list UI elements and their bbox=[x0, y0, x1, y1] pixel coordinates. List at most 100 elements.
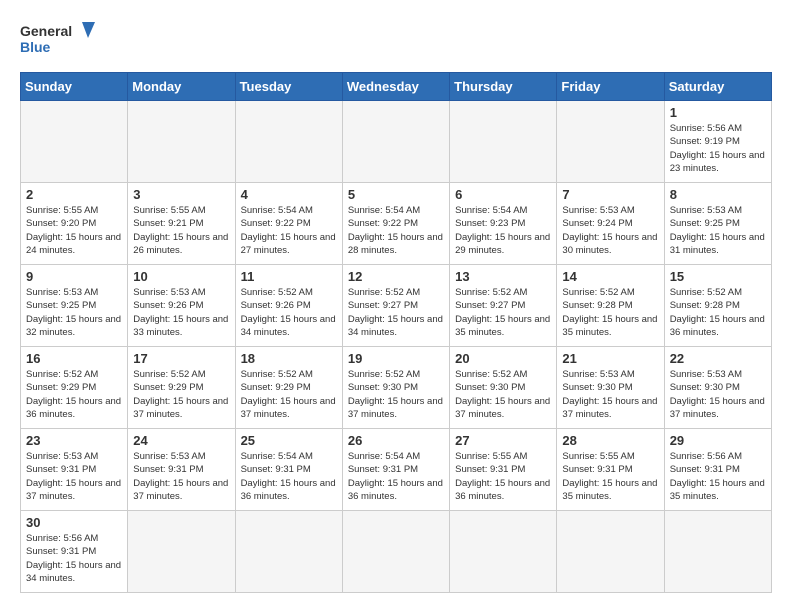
day-number: 26 bbox=[348, 433, 444, 448]
day-info: Sunrise: 5:52 AM Sunset: 9:29 PM Dayligh… bbox=[241, 368, 337, 421]
calendar-cell: 13Sunrise: 5:52 AM Sunset: 9:27 PM Dayli… bbox=[450, 265, 557, 347]
day-info: Sunrise: 5:53 AM Sunset: 9:26 PM Dayligh… bbox=[133, 286, 229, 339]
day-info: Sunrise: 5:53 AM Sunset: 9:30 PM Dayligh… bbox=[562, 368, 658, 421]
day-number: 25 bbox=[241, 433, 337, 448]
calendar-cell: 11 Sunrise: 5:52 AM Sunset: 9:26 PM Dayli… bbox=[235, 265, 342, 347]
day-number: 12 bbox=[348, 269, 444, 284]
week-row-3: 16 Sunrise: 5:52 AM Sunset: 9:29 PM Dayli… bbox=[21, 347, 772, 429]
day-number: 18 bbox=[241, 351, 337, 366]
day-number: 23 bbox=[26, 433, 122, 448]
calendar-header-thursday: Thursday bbox=[450, 73, 557, 101]
day-info: Sunrise: 5:52 AM Sunset: 9:30 PM Dayligh… bbox=[455, 368, 551, 421]
day-info: Sunrise: 5:55 AM Sunset: 9:20 PM Dayligh… bbox=[26, 204, 122, 257]
calendar-cell: 27Sunrise: 5:55 AM Sunset: 9:31 PM Dayli… bbox=[450, 429, 557, 511]
calendar-cell: 3 Sunrise: 5:55 AM Sunset: 9:21 PM Daylig… bbox=[128, 183, 235, 265]
calendar-cell: 8 Sunrise: 5:53 AM Sunset: 9:25 PM Daylig… bbox=[664, 183, 771, 265]
calendar-cell: 7 Sunrise: 5:53 AM Sunset: 9:24 PM Daylig… bbox=[557, 183, 664, 265]
day-info: Sunrise: 5:53 AM Sunset: 9:30 PM Dayligh… bbox=[670, 368, 766, 421]
day-info: Sunrise: 5:53 AM Sunset: 9:25 PM Dayligh… bbox=[670, 204, 766, 257]
calendar-cell: 14 Sunrise: 5:52 AM Sunset: 9:28 PM Dayli… bbox=[557, 265, 664, 347]
calendar-cell bbox=[235, 101, 342, 183]
day-info: Sunrise: 5:53 AM Sunset: 9:31 PM Dayligh… bbox=[133, 450, 229, 503]
page-header: General Blue bbox=[20, 20, 772, 62]
calendar-cell: 10 Sunrise: 5:53 AM Sunset: 9:26 PM Dayli… bbox=[128, 265, 235, 347]
calendar-cell: 1 Sunrise: 5:56 AM Sunset: 9:19 PM Daylig… bbox=[664, 101, 771, 183]
day-number: 5 bbox=[348, 187, 444, 202]
calendar-cell: 17 Sunrise: 5:52 AM Sunset: 9:29 PM Dayli… bbox=[128, 347, 235, 429]
day-number: 27 bbox=[455, 433, 551, 448]
day-info: Sunrise: 5:52 AM Sunset: 9:28 PM Dayligh… bbox=[670, 286, 766, 339]
day-info: Sunrise: 5:52 AM Sunset: 9:28 PM Dayligh… bbox=[562, 286, 658, 339]
day-info: Sunrise: 5:56 AM Sunset: 9:31 PM Dayligh… bbox=[670, 450, 766, 503]
day-number: 3 bbox=[133, 187, 229, 202]
day-number: 20 bbox=[455, 351, 551, 366]
day-info: Sunrise: 5:53 AM Sunset: 9:24 PM Dayligh… bbox=[562, 204, 658, 257]
day-number: 10 bbox=[133, 269, 229, 284]
day-number: 11 bbox=[241, 269, 337, 284]
calendar-cell: 19Sunrise: 5:52 AM Sunset: 9:30 PM Dayli… bbox=[342, 347, 449, 429]
day-number: 2 bbox=[26, 187, 122, 202]
calendar-table: SundayMondayTuesdayWednesdayThursdayFrid… bbox=[20, 72, 772, 593]
calendar-cell: 9 Sunrise: 5:53 AM Sunset: 9:25 PM Daylig… bbox=[21, 265, 128, 347]
calendar-cell bbox=[342, 101, 449, 183]
calendar-cell bbox=[557, 101, 664, 183]
day-info: Sunrise: 5:54 AM Sunset: 9:31 PM Dayligh… bbox=[348, 450, 444, 503]
calendar-cell: 4Sunrise: 5:54 AM Sunset: 9:22 PM Daylig… bbox=[235, 183, 342, 265]
day-number: 7 bbox=[562, 187, 658, 202]
calendar-cell: 12Sunrise: 5:52 AM Sunset: 9:27 PM Dayli… bbox=[342, 265, 449, 347]
calendar-header-sunday: Sunday bbox=[21, 73, 128, 101]
day-info: Sunrise: 5:54 AM Sunset: 9:22 PM Dayligh… bbox=[241, 204, 337, 257]
day-info: Sunrise: 5:52 AM Sunset: 9:29 PM Dayligh… bbox=[133, 368, 229, 421]
day-number: 1 bbox=[670, 105, 766, 120]
week-row-5: 30 Sunrise: 5:56 AM Sunset: 9:31 PM Dayli… bbox=[21, 511, 772, 593]
calendar-cell: 6Sunrise: 5:54 AM Sunset: 9:23 PM Daylig… bbox=[450, 183, 557, 265]
day-number: 24 bbox=[133, 433, 229, 448]
day-number: 9 bbox=[26, 269, 122, 284]
day-number: 16 bbox=[26, 351, 122, 366]
calendar-header-friday: Friday bbox=[557, 73, 664, 101]
calendar-cell: 18 Sunrise: 5:52 AM Sunset: 9:29 PM Dayli… bbox=[235, 347, 342, 429]
calendar-cell: 26 Sunrise: 5:54 AM Sunset: 9:31 PM Dayli… bbox=[342, 429, 449, 511]
logo-svg: General Blue bbox=[20, 20, 100, 62]
calendar-header-monday: Monday bbox=[128, 73, 235, 101]
calendar-cell bbox=[450, 511, 557, 593]
calendar-header-tuesday: Tuesday bbox=[235, 73, 342, 101]
calendar-cell bbox=[664, 511, 771, 593]
day-info: Sunrise: 5:54 AM Sunset: 9:22 PM Dayligh… bbox=[348, 204, 444, 257]
svg-text:Blue: Blue bbox=[20, 39, 51, 55]
calendar-cell: 24 Sunrise: 5:53 AM Sunset: 9:31 PM Dayli… bbox=[128, 429, 235, 511]
day-info: Sunrise: 5:54 AM Sunset: 9:23 PM Dayligh… bbox=[455, 204, 551, 257]
calendar-cell: 22 Sunrise: 5:53 AM Sunset: 9:30 PM Dayli… bbox=[664, 347, 771, 429]
day-info: Sunrise: 5:56 AM Sunset: 9:31 PM Dayligh… bbox=[26, 532, 122, 585]
week-row-2: 9 Sunrise: 5:53 AM Sunset: 9:25 PM Daylig… bbox=[21, 265, 772, 347]
day-info: Sunrise: 5:52 AM Sunset: 9:30 PM Dayligh… bbox=[348, 368, 444, 421]
day-info: Sunrise: 5:55 AM Sunset: 9:31 PM Dayligh… bbox=[562, 450, 658, 503]
day-number: 8 bbox=[670, 187, 766, 202]
day-number: 15 bbox=[670, 269, 766, 284]
day-number: 30 bbox=[26, 515, 122, 530]
week-row-0: 1 Sunrise: 5:56 AM Sunset: 9:19 PM Daylig… bbox=[21, 101, 772, 183]
day-number: 22 bbox=[670, 351, 766, 366]
calendar-cell bbox=[557, 511, 664, 593]
day-info: Sunrise: 5:56 AM Sunset: 9:19 PM Dayligh… bbox=[670, 122, 766, 175]
calendar-cell bbox=[128, 101, 235, 183]
week-row-4: 23 Sunrise: 5:53 AM Sunset: 9:31 PM Dayli… bbox=[21, 429, 772, 511]
calendar-cell: 23 Sunrise: 5:53 AM Sunset: 9:31 PM Dayli… bbox=[21, 429, 128, 511]
calendar-cell bbox=[342, 511, 449, 593]
day-info: Sunrise: 5:52 AM Sunset: 9:29 PM Dayligh… bbox=[26, 368, 122, 421]
calendar-cell: 28Sunrise: 5:55 AM Sunset: 9:31 PM Dayli… bbox=[557, 429, 664, 511]
day-info: Sunrise: 5:52 AM Sunset: 9:27 PM Dayligh… bbox=[455, 286, 551, 339]
day-info: Sunrise: 5:52 AM Sunset: 9:26 PM Dayligh… bbox=[241, 286, 337, 339]
week-row-1: 2 Sunrise: 5:55 AM Sunset: 9:20 PM Daylig… bbox=[21, 183, 772, 265]
day-number: 17 bbox=[133, 351, 229, 366]
day-number: 29 bbox=[670, 433, 766, 448]
calendar-cell: 29 Sunrise: 5:56 AM Sunset: 9:31 PM Dayli… bbox=[664, 429, 771, 511]
day-info: Sunrise: 5:53 AM Sunset: 9:25 PM Dayligh… bbox=[26, 286, 122, 339]
day-info: Sunrise: 5:53 AM Sunset: 9:31 PM Dayligh… bbox=[26, 450, 122, 503]
day-number: 14 bbox=[562, 269, 658, 284]
calendar-cell bbox=[21, 101, 128, 183]
calendar-cell: 21Sunrise: 5:53 AM Sunset: 9:30 PM Dayli… bbox=[557, 347, 664, 429]
calendar-cell bbox=[128, 511, 235, 593]
calendar-cell: 16 Sunrise: 5:52 AM Sunset: 9:29 PM Dayli… bbox=[21, 347, 128, 429]
day-info: Sunrise: 5:55 AM Sunset: 9:21 PM Dayligh… bbox=[133, 204, 229, 257]
